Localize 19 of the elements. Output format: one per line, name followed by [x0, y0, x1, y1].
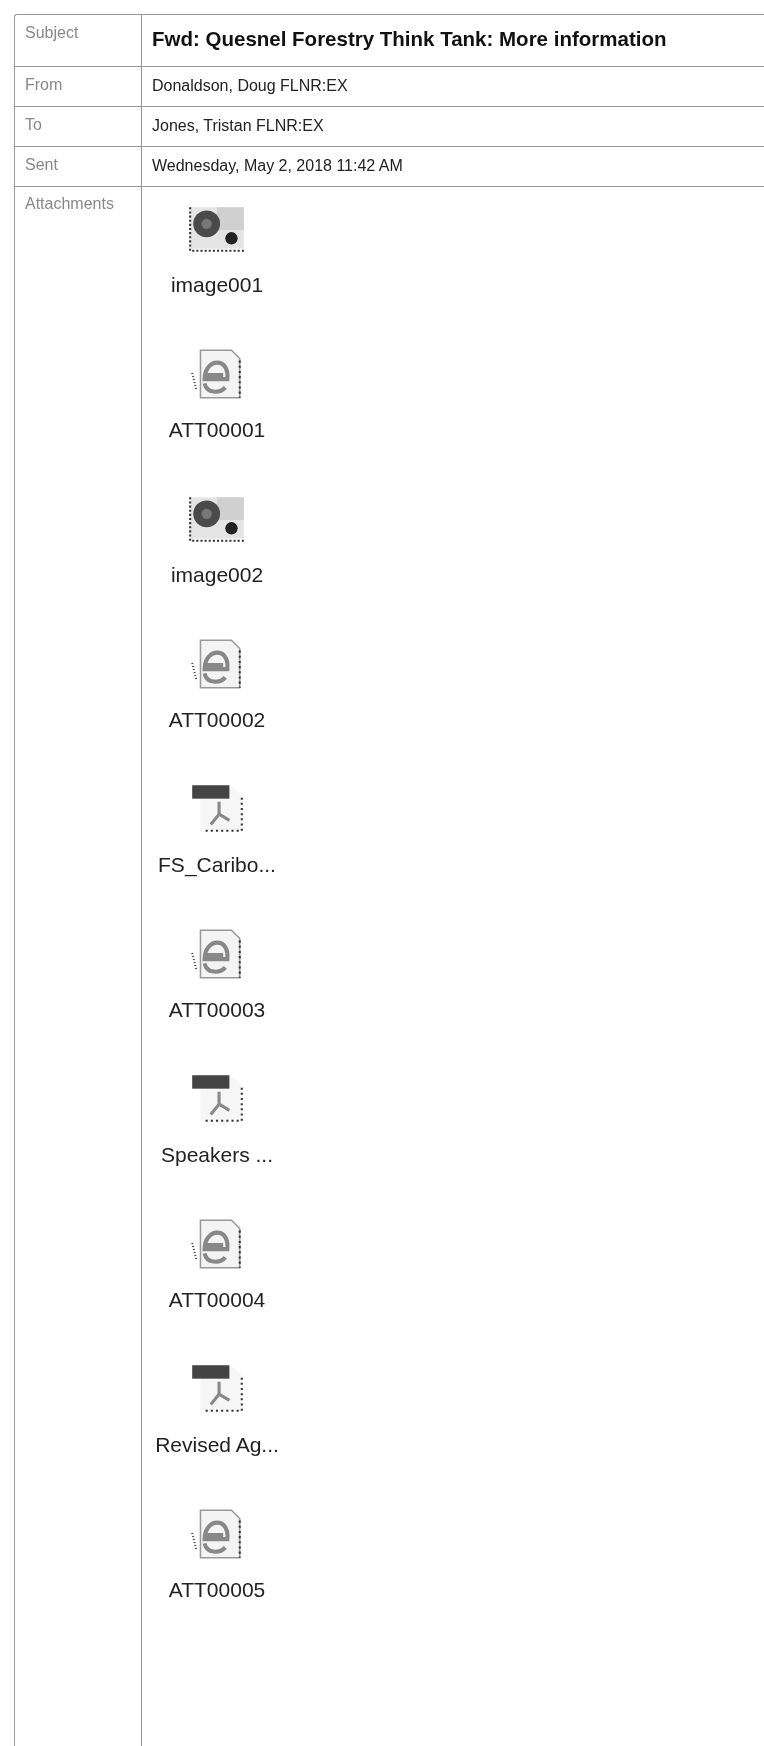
field-value: Jones, Tristan FLNR:EX [151, 116, 325, 136]
field-label: To [15, 107, 142, 146]
attachment-name[interactable]: FS_Caribo... [158, 853, 276, 877]
attachment-name[interactable]: ATT00002 [168, 708, 266, 732]
attachment-name[interactable]: ATT00005 [168, 1578, 266, 1602]
field-label: Attachments [15, 187, 142, 1746]
subject-text: Fwd: Quesnel Forestry Think Tank: More information [151, 26, 668, 52]
attachment-name[interactable]: image001 [170, 273, 264, 297]
attachment-name[interactable]: Speakers ... [160, 1143, 274, 1167]
attachment-name[interactable]: image002 [170, 563, 264, 587]
field-value: Wednesday, May 2, 2018 11:42 AM [151, 156, 404, 176]
attachment-name[interactable]: ATT00003 [168, 998, 266, 1022]
field-value: Donaldson, Doug FLNR:EX [151, 76, 349, 96]
attachment-name[interactable]: ATT00004 [168, 1288, 266, 1312]
field-label: From [15, 67, 142, 106]
field-label: Subject [15, 15, 142, 66]
attachment-name[interactable]: ATT00001 [168, 418, 266, 442]
field-label: Sent [15, 147, 142, 186]
attachment-name[interactable]: Revised Ag... [155, 1433, 279, 1457]
